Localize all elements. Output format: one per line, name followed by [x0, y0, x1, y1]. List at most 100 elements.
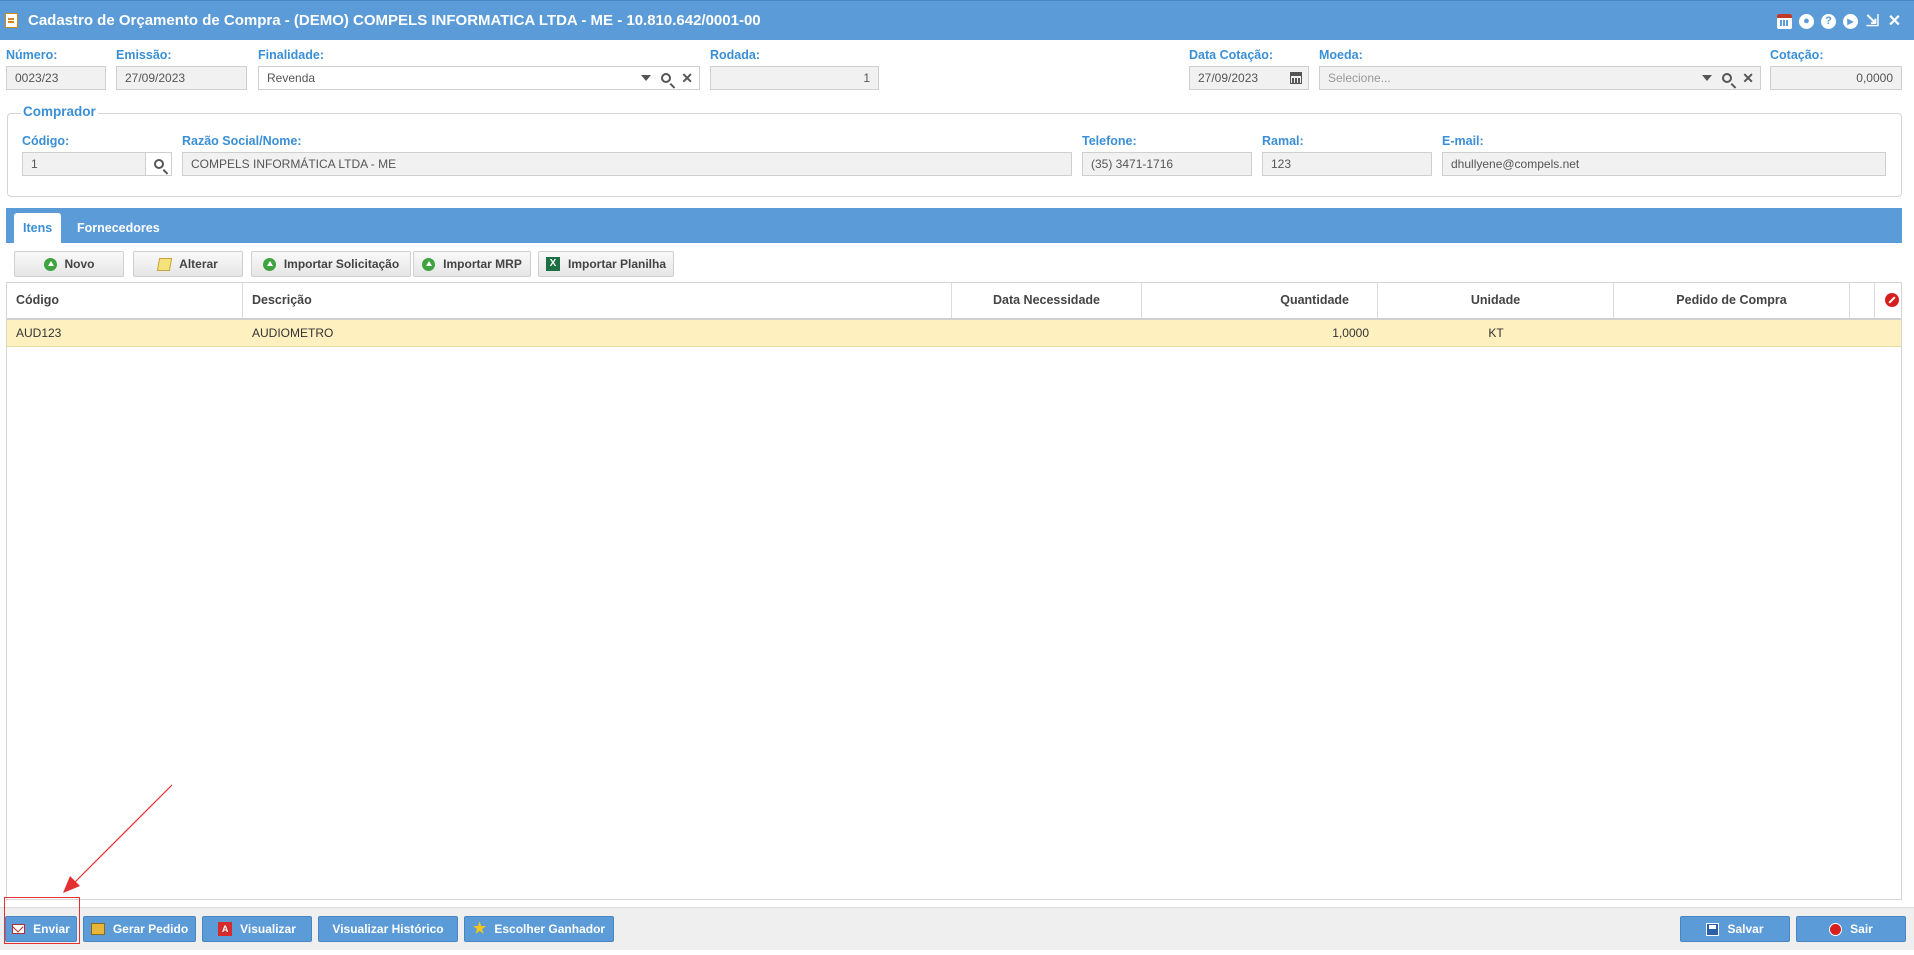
gerar-pedido-button[interactable]: Gerar Pedido [83, 916, 196, 942]
chevron-down-icon[interactable] [1702, 75, 1713, 81]
window-titlebar: Cadastro de Orçamento de Compra - (DEMO)… [0, 0, 1914, 40]
search-icon[interactable] [1722, 73, 1733, 83]
comprador-legend: Comprador [21, 104, 98, 119]
novo-button-label: Novo [64, 257, 95, 271]
col-data-necessidade[interactable]: Data Necessidade [952, 283, 1142, 318]
pencil-icon [157, 257, 173, 271]
data-cotacao-field[interactable]: 27/09/2023 [1189, 66, 1309, 90]
annotation-highlight-box [4, 897, 80, 944]
emissao-label: Emissão: [116, 48, 172, 62]
help-icon[interactable]: ? [1821, 13, 1836, 29]
numero-field[interactable]: 0023/23 [6, 66, 106, 90]
ramal-label: Ramal: [1262, 134, 1304, 148]
grid-header: Código Descrição Data Necessidade Quanti… [7, 283, 1901, 320]
importar-planilha-button[interactable]: X Importar Planilha [538, 251, 674, 277]
window-title: Cadastro de Orçamento de Compra - (DEMO)… [28, 12, 761, 29]
cell-descricao: AUDIOMETRO [252, 326, 334, 340]
razao-social-label: Razão Social/Nome: [182, 134, 302, 148]
window-controls: ● ? ▶ ⇲ ✕ [1777, 12, 1902, 30]
col-unidade[interactable]: Unidade [1378, 283, 1614, 318]
tab-fornecedores[interactable]: Fornecedores [68, 213, 169, 243]
alterar-button-label: Alterar [179, 257, 218, 271]
alterar-button[interactable]: Alterar [133, 251, 243, 277]
star-icon: ★ [472, 920, 487, 937]
salvar-button[interactable]: Salvar [1680, 916, 1790, 942]
importar-mrp-button[interactable]: Importar MRP [413, 251, 531, 277]
sair-label: Sair [1850, 922, 1873, 936]
importar-planilha-label: Importar Planilha [567, 257, 667, 271]
play-icon[interactable]: ▶ [1843, 13, 1858, 29]
chevron-down-icon[interactable] [641, 75, 652, 81]
novo-button[interactable]: Novo [14, 251, 124, 277]
col-codigo[interactable]: Código [7, 283, 243, 318]
import-icon [422, 257, 436, 271]
col-quantidade[interactable]: Quantidade [1142, 283, 1378, 318]
sair-button[interactable]: Sair [1796, 916, 1906, 942]
visualizar-historico-button[interactable]: Visualizar Histórico [318, 916, 458, 942]
save-icon [1706, 922, 1720, 936]
moeda-placeholder: Selecione... [1328, 71, 1391, 85]
finalidade-value: Revenda [267, 71, 316, 85]
cell-codigo: AUD123 [16, 326, 62, 340]
finalidade-label: Finalidade: [258, 48, 324, 62]
cell-data-necessidade [952, 320, 1142, 346]
calendar-icon[interactable] [1777, 13, 1792, 29]
visualizar-historico-label: Visualizar Histórico [332, 922, 444, 936]
tab-itens[interactable]: Itens [14, 213, 62, 243]
rodada-label: Rodada: [710, 48, 760, 62]
importar-mrp-label: Importar MRP [443, 257, 522, 271]
add-icon [43, 257, 57, 271]
clear-icon[interactable]: ✕ [1742, 71, 1754, 85]
excel-icon: X [545, 257, 560, 271]
moeda-select[interactable]: Selecione... ✕ [1319, 66, 1761, 90]
finalidade-select[interactable]: Revenda ✕ [258, 66, 700, 90]
codigo-comprador-field[interactable]: 1 [22, 152, 172, 176]
codigo-comprador-label: Código: [22, 134, 70, 148]
visualizar-button[interactable]: A Visualizar [202, 916, 312, 942]
close-icon[interactable]: ✕ [1887, 13, 1902, 29]
rodada-field[interactable]: 1 [710, 66, 879, 90]
cell-unidade: KT [1488, 326, 1504, 340]
exit-icon [1829, 922, 1843, 936]
minimize-icon[interactable]: ⇲ [1865, 13, 1880, 29]
info-icon[interactable]: ● [1799, 13, 1814, 29]
cotacao-field[interactable]: 0,0000 [1770, 66, 1902, 90]
search-icon[interactable] [153, 159, 164, 169]
clear-icon[interactable]: ✕ [681, 71, 693, 85]
visualizar-label: Visualizar [240, 922, 296, 936]
data-cotacao-label: Data Cotação: [1189, 48, 1274, 62]
col-spacer [1850, 283, 1875, 318]
codigo-comprador-value: 1 [31, 157, 38, 171]
cell-pedido-compra [1614, 320, 1850, 346]
col-descricao[interactable]: Descrição [243, 283, 952, 318]
email-field[interactable]: dhullyene@compels.net [1442, 152, 1886, 176]
footer-bar: Enviar Gerar Pedido A Visualizar Visuali… [0, 907, 1914, 950]
moeda-label: Moeda: [1319, 48, 1363, 62]
importar-solicitacao-button[interactable]: Importar Solicitação [251, 251, 411, 277]
import-icon [262, 257, 276, 271]
razao-social-field[interactable]: COMPELS INFORMÁTICA LTDA - ME [182, 152, 1072, 176]
escolher-ganhador-button[interactable]: ★ Escolher Ganhador [464, 916, 614, 942]
pdf-icon: A [218, 922, 233, 936]
document-edit-icon [5, 13, 18, 28]
order-icon [90, 923, 105, 935]
cotacao-label: Cotação: [1770, 48, 1824, 62]
telefone-label: Telefone: [1082, 134, 1137, 148]
email-label: E-mail: [1442, 134, 1484, 148]
calendar-icon[interactable] [1290, 72, 1302, 84]
numero-label: Número: [6, 48, 58, 62]
salvar-label: Salvar [1727, 922, 1764, 936]
emissao-field[interactable]: 27/09/2023 [116, 66, 247, 90]
items-grid: Código Descrição Data Necessidade Quanti… [6, 282, 1902, 900]
search-icon[interactable] [661, 73, 672, 83]
telefone-field[interactable]: (35) 3471-1716 [1082, 152, 1252, 176]
col-pedido-compra[interactable]: Pedido de Compra [1614, 283, 1850, 318]
gerar-pedido-label: Gerar Pedido [112, 922, 189, 936]
delete-icon[interactable] [1885, 293, 1899, 307]
cell-quantidade: 1,0000 [1332, 326, 1369, 340]
importar-solicitacao-label: Importar Solicitação [283, 257, 400, 271]
table-row[interactable]: AUD123 AUDIOMETRO 1,0000 KT [7, 320, 1901, 347]
ramal-field[interactable]: 123 [1262, 152, 1432, 176]
items-toolbar: Novo Alterar Importar Solicitação Import… [6, 243, 1902, 281]
data-cotacao-value: 27/09/2023 [1198, 71, 1259, 85]
